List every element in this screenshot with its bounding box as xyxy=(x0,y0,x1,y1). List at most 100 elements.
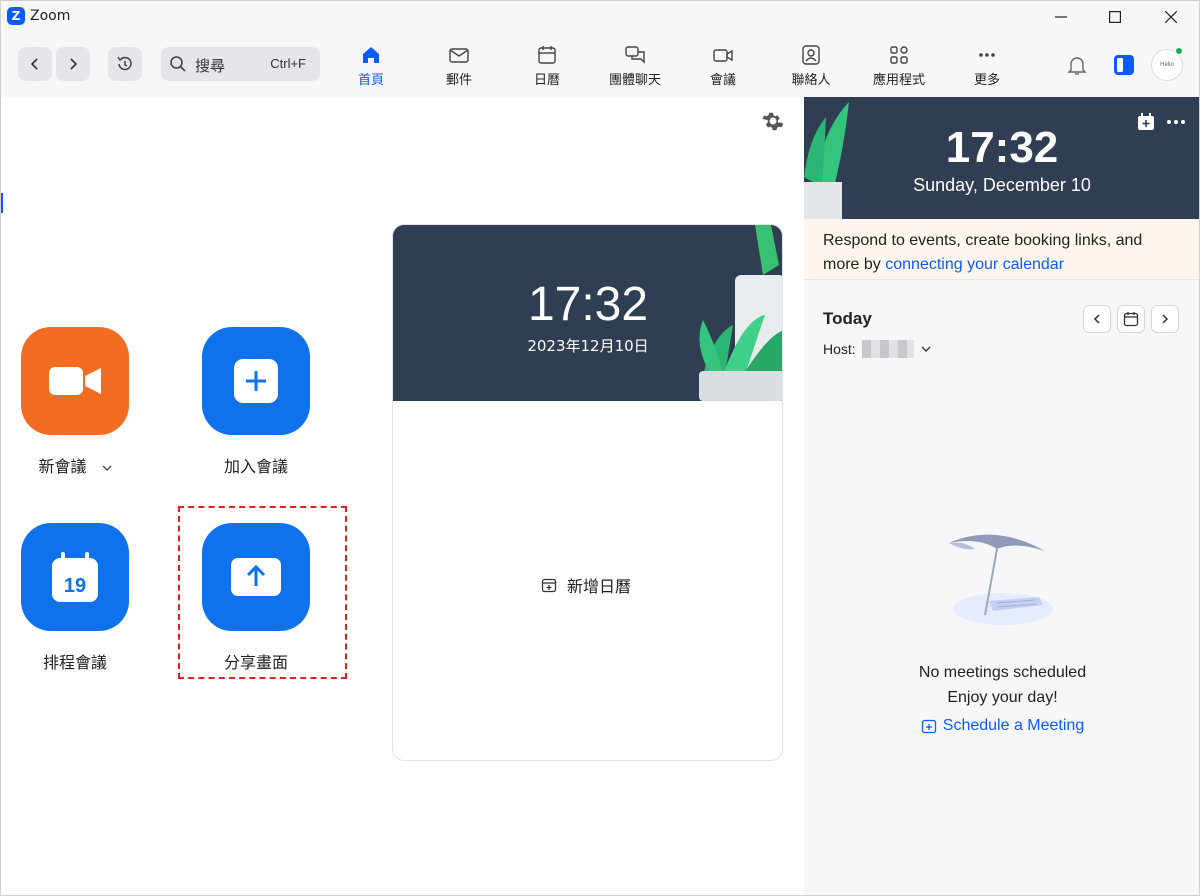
search-shortcut: Ctrl+F xyxy=(270,56,306,71)
close-icon xyxy=(1165,11,1177,23)
mail-icon xyxy=(449,48,469,63)
bell-icon xyxy=(1067,57,1087,75)
contacts-icon xyxy=(802,45,820,65)
search-icon xyxy=(170,56,186,72)
forward-button[interactable] xyxy=(56,47,90,81)
beach-umbrella-icon xyxy=(949,534,1053,625)
tab-home[interactable]: 首頁 xyxy=(331,43,411,91)
new-meeting-tile[interactable] xyxy=(21,327,129,435)
schedule-meeting-link-label: Schedule a Meeting xyxy=(942,717,1085,734)
back-button[interactable] xyxy=(18,47,52,81)
host-name-redacted xyxy=(861,340,914,358)
tab-label: 團體聊天 xyxy=(608,73,661,88)
presence-indicator xyxy=(1174,46,1184,56)
calendar-plus-icon xyxy=(921,719,936,734)
previous-day-button[interactable] xyxy=(1083,305,1111,333)
side-panel-toggle[interactable] xyxy=(1113,54,1135,76)
empty-state-title: No meetings scheduled xyxy=(918,664,1087,681)
add-calendar-label: 新增日曆 xyxy=(567,577,632,596)
side-panel-icon xyxy=(1114,55,1134,75)
history-icon xyxy=(117,56,132,71)
empty-state-subtitle: Enjoy your day! xyxy=(947,689,1058,706)
card-hero: 17:32 2023年12月10日 xyxy=(393,225,782,401)
settings-button[interactable] xyxy=(761,109,785,137)
maximize-button[interactable] xyxy=(1087,1,1143,33)
chevron-down-icon xyxy=(921,346,931,352)
minimize-button[interactable] xyxy=(1033,1,1089,33)
highlight-box xyxy=(178,506,347,679)
minimize-icon xyxy=(1055,16,1067,18)
chevron-left-icon xyxy=(1093,314,1100,324)
divider xyxy=(804,279,1199,280)
tab-meetings[interactable]: 會議 xyxy=(683,43,763,91)
edge-indicator xyxy=(1,193,3,213)
today-heading: Today xyxy=(823,309,872,328)
gear-icon xyxy=(762,112,784,131)
new-event-button[interactable] xyxy=(1137,113,1155,135)
tab-apps[interactable]: 應用程式 xyxy=(859,43,939,91)
join-meeting-tile[interactable] xyxy=(202,327,310,435)
new-meeting-button[interactable]: 新會議 xyxy=(1,327,155,477)
connect-calendar-link[interactable]: connecting your calendar xyxy=(885,256,1064,273)
schedule-meeting-tile[interactable]: 19 xyxy=(21,523,129,631)
tab-more[interactable]: 更多 xyxy=(947,43,1027,91)
tab-label: 更多 xyxy=(973,73,1000,88)
schedule-meeting-link[interactable]: Schedule a Meeting xyxy=(804,717,1199,735)
chevron-left-icon xyxy=(30,58,38,70)
plus-icon xyxy=(234,359,278,403)
card-clock: 17:32 xyxy=(527,278,649,331)
join-meeting-button[interactable]: 加入會議 xyxy=(176,327,336,477)
schedule-meeting-button[interactable]: 19 排程會議 xyxy=(1,523,155,673)
history-button[interactable] xyxy=(108,47,142,81)
calendar-icon xyxy=(538,46,556,64)
tab-label: 應用程式 xyxy=(872,73,925,88)
chevron-right-icon xyxy=(70,58,78,70)
calendar-day-icon: 19 xyxy=(52,552,98,602)
add-calendar-button[interactable]: 新增日曆 xyxy=(541,573,631,597)
search-box[interactable]: 搜尋 Ctrl+F xyxy=(161,47,320,81)
tab-calendar[interactable]: 日曆 xyxy=(507,43,587,91)
zoom-logo-icon: Z xyxy=(7,7,25,25)
right-panel: 17:32 Sunday, December 10 Respond to eve… xyxy=(804,97,1199,895)
search-placeholder: 搜尋 xyxy=(195,57,226,75)
calendar-add-icon xyxy=(541,578,557,593)
tab-label: 郵件 xyxy=(445,73,472,88)
date-picker-button[interactable] xyxy=(1117,305,1145,333)
right-date: Sunday, December 10 xyxy=(913,175,1091,195)
zoom-window: Z Zoom 搜尋 Ctrl+F 首頁 郵件 日曆 團體聊天 會議 聯絡人 應用… xyxy=(0,0,1200,896)
apps-icon xyxy=(890,46,908,64)
calendar-notice: Respond to events, create booking links,… xyxy=(804,219,1199,279)
chevron-down-icon[interactable] xyxy=(102,464,112,472)
card-date: 2023年12月10日 xyxy=(527,337,649,355)
calendar-plus-icon xyxy=(1138,113,1154,130)
more-icon xyxy=(979,53,995,57)
window-title: Zoom xyxy=(30,8,71,24)
right-hero: 17:32 Sunday, December 10 xyxy=(804,97,1199,219)
tab-mail[interactable]: 郵件 xyxy=(419,43,499,91)
schedule-meeting-label: 排程會議 xyxy=(42,653,107,672)
more-horizontal-icon xyxy=(1167,120,1185,124)
join-meeting-label: 加入會議 xyxy=(223,457,288,476)
notifications-button[interactable] xyxy=(1065,53,1089,81)
tab-label: 日曆 xyxy=(533,73,560,88)
chevron-right-icon xyxy=(1162,314,1169,324)
next-day-button[interactable] xyxy=(1151,305,1179,333)
home-icon xyxy=(363,47,379,63)
hero-more-button[interactable] xyxy=(1166,113,1186,135)
toolbar: 搜尋 Ctrl+F 首頁 郵件 日曆 團體聊天 會議 聯絡人 應用程式 更多 H… xyxy=(1,33,1199,97)
close-button[interactable] xyxy=(1143,1,1199,33)
calendar-card: 17:32 2023年12月10日 新增日曆 xyxy=(392,224,783,761)
right-clock: 17:32 xyxy=(945,123,1059,172)
host-selector[interactable]: Host: xyxy=(823,340,932,358)
tab-contacts[interactable]: 聯絡人 xyxy=(771,43,851,91)
video-icon xyxy=(713,49,733,62)
tab-label: 首頁 xyxy=(357,73,384,88)
tab-team-chat[interactable]: 團體聊天 xyxy=(595,43,675,91)
chat-icon xyxy=(625,46,645,64)
plant-illustration-icon xyxy=(804,102,849,219)
new-meeting-label: 新會議 xyxy=(38,457,87,476)
tab-label: 聯絡人 xyxy=(791,73,831,88)
calendar-icon xyxy=(1123,312,1139,327)
title-bar: Z Zoom xyxy=(1,1,1199,33)
video-camera-icon xyxy=(49,367,101,395)
